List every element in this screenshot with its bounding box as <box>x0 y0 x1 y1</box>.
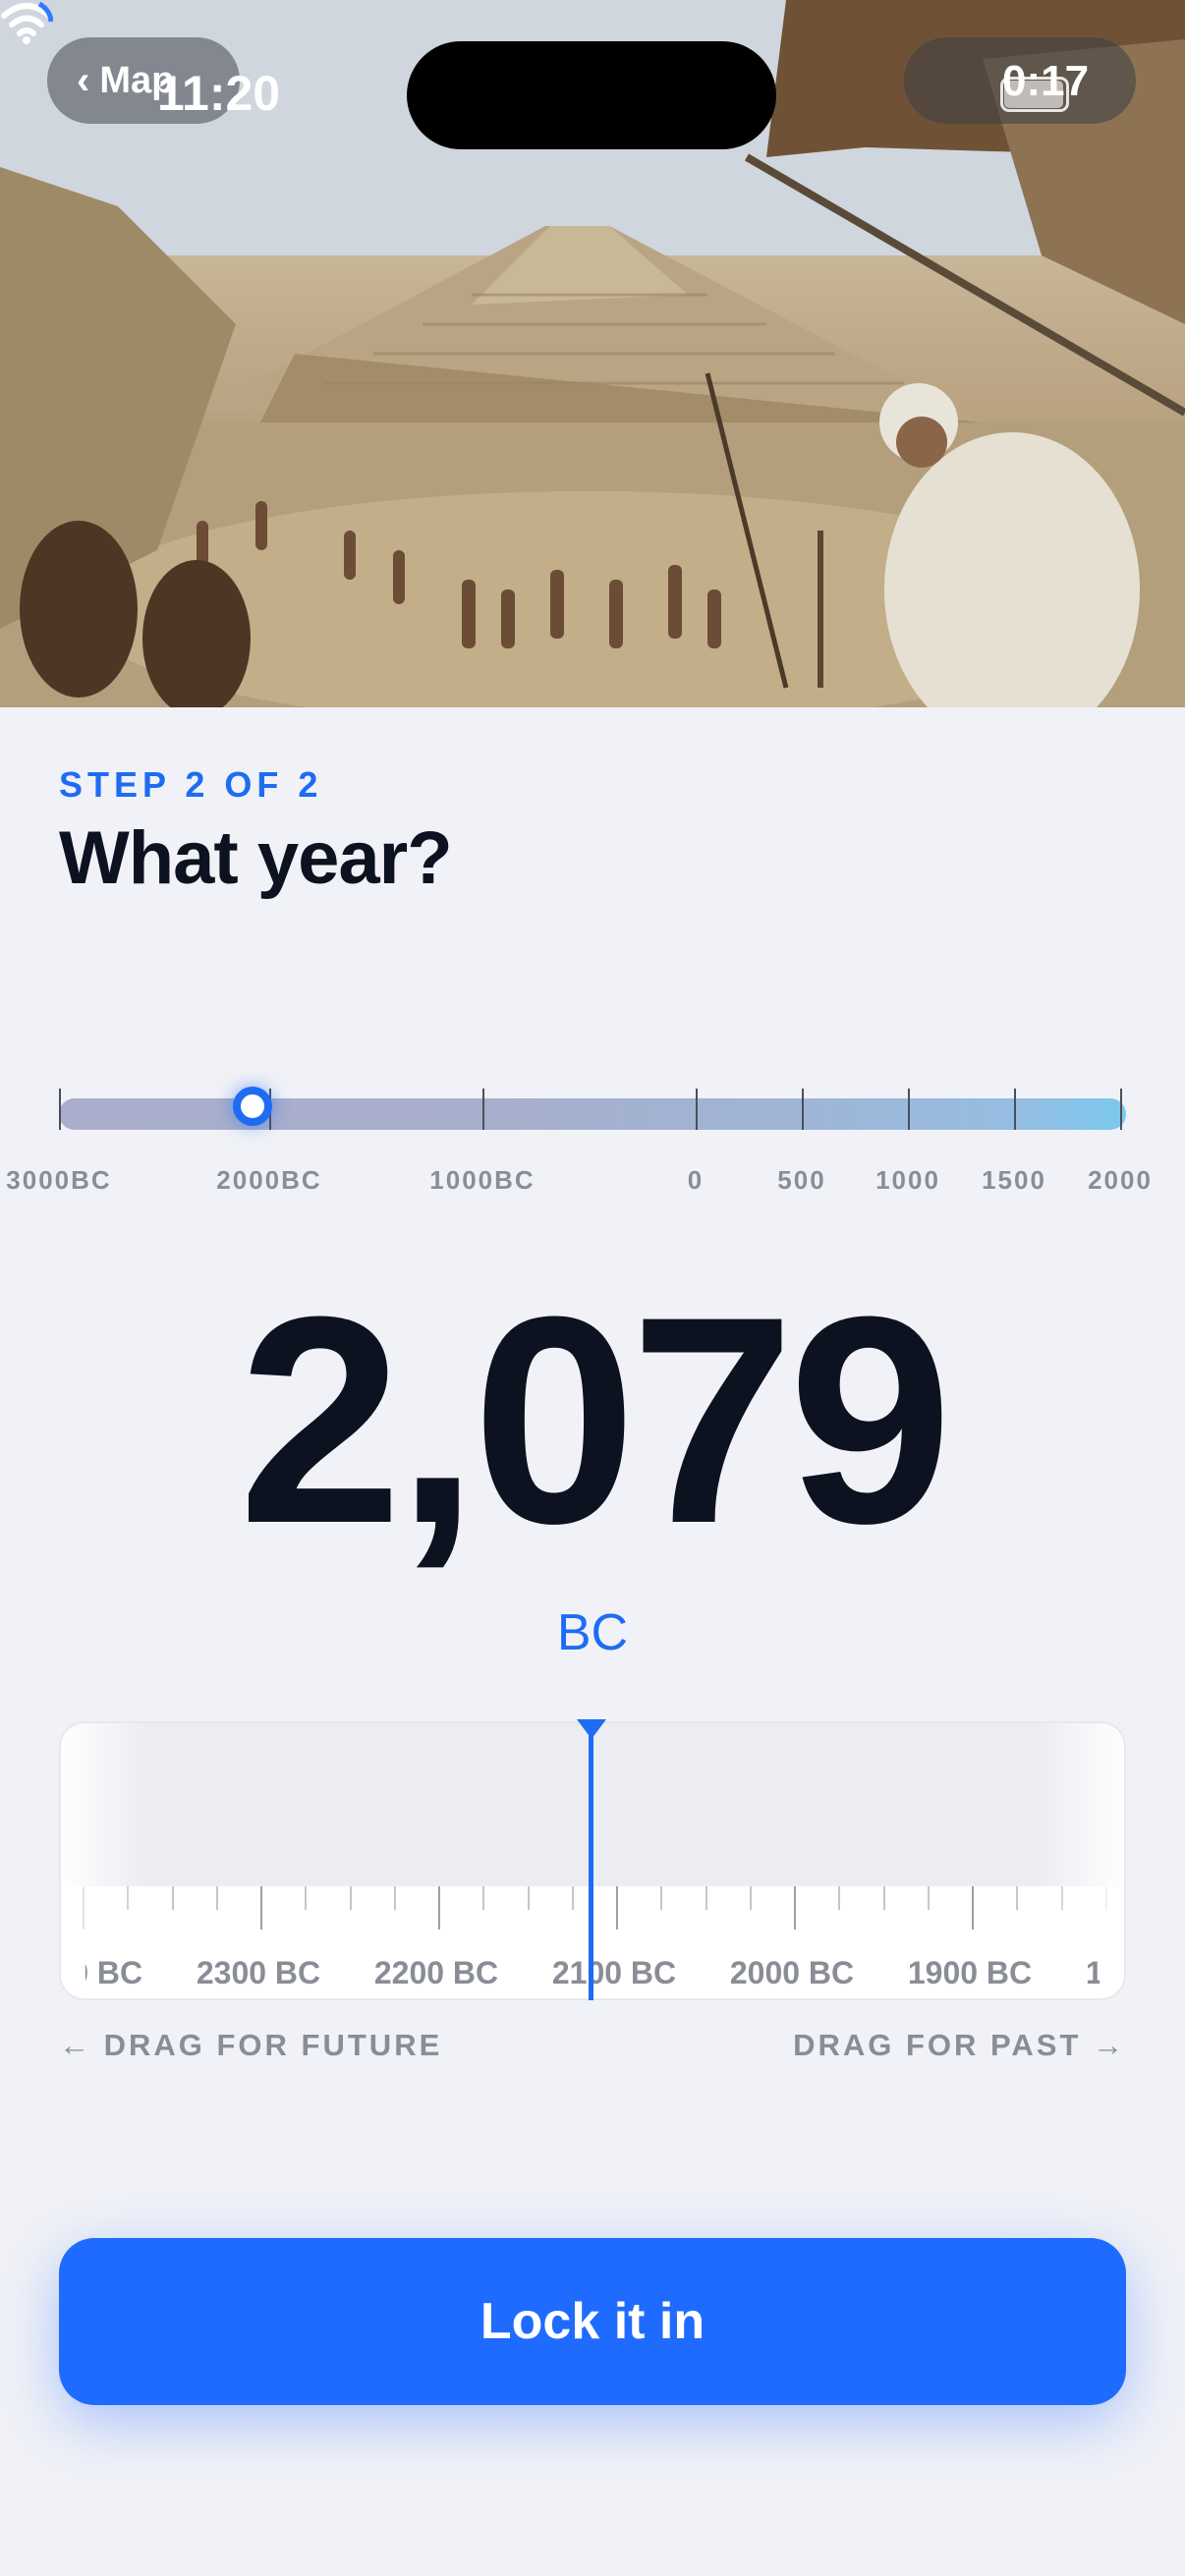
overview-tick <box>908 1089 910 1130</box>
overview-label: 0 <box>687 1165 705 1195</box>
ruler-minor-tick <box>749 1886 752 1910</box>
ruler-minor-tick <box>171 1886 174 1910</box>
ruler-label: 1900 BC <box>907 1955 1033 1990</box>
year-display: 2,079 <box>238 1255 953 1585</box>
ruler-minor-tick <box>571 1886 574 1910</box>
drag-past-hint: DRAG FOR PAST → <box>793 2028 1126 2062</box>
ruler-fade-right <box>1036 1723 1124 1998</box>
ruler-minor-tick <box>215 1886 218 1910</box>
ruler-major-tick <box>438 1886 440 1930</box>
overview-timeline-handle[interactable] <box>233 1087 272 1126</box>
overview-label: 500 <box>777 1165 826 1195</box>
ruler-major-tick <box>972 1886 974 1930</box>
page-title: What year? <box>59 816 453 900</box>
ruler-minor-tick <box>482 1886 485 1910</box>
ruler-minor-tick <box>705 1886 707 1910</box>
ruler-minor-tick <box>838 1886 841 1910</box>
ruler-label: 2300 BC <box>196 1955 321 1990</box>
ruler-minor-tick <box>527 1886 530 1910</box>
overview-tick <box>1014 1089 1016 1130</box>
overview-timeline-track[interactable] <box>59 1098 1126 1130</box>
ruler-minor-tick <box>882 1886 885 1910</box>
ruler-needle <box>589 1721 593 2000</box>
chevron-left-icon: ‹ <box>77 58 90 102</box>
overview-tick <box>696 1089 698 1130</box>
ruler-minor-tick <box>393 1886 396 1910</box>
drag-future-hint: ← DRAG FOR FUTURE <box>59 2028 443 2062</box>
ruler-minor-tick <box>1016 1886 1019 1910</box>
ruler-label: 2100 BC <box>551 1955 677 1990</box>
ruler-major-tick <box>616 1886 618 1930</box>
overview-label: 3000BC <box>6 1165 112 1195</box>
overview-tick <box>1120 1089 1122 1130</box>
ruler-major-tick <box>260 1886 262 1930</box>
needle-pointer-icon <box>577 1719 606 1739</box>
lock-in-button[interactable]: Lock it in <box>59 2238 1126 2405</box>
overview-tick <box>482 1089 484 1130</box>
overview-tick <box>802 1089 804 1130</box>
ruler-label: 2200 BC <box>373 1955 499 1990</box>
ruler-major-tick <box>794 1886 796 1930</box>
overview-label: 1500 <box>982 1165 1046 1195</box>
overview-tick <box>59 1089 61 1130</box>
overview-label: 1000BC <box>429 1165 536 1195</box>
ruler-label: 2000 BC <box>729 1955 855 1990</box>
wifi-icon <box>1 1 53 44</box>
overview-label: 1000 <box>875 1165 940 1195</box>
timer-text: 0:17 <box>1002 57 1090 105</box>
ruler-minor-tick <box>305 1886 308 1910</box>
ruler-minor-tick <box>349 1886 352 1910</box>
overview-label: 2000 <box>1088 1165 1153 1195</box>
overview-label: 2000BC <box>216 1165 322 1195</box>
era-label: BC <box>556 1604 629 1661</box>
ruler-minor-tick <box>927 1886 930 1910</box>
status-time: 11:20 <box>157 66 281 121</box>
ruler-minor-tick <box>660 1886 663 1910</box>
step-indicator: STEP 2 OF 2 <box>59 764 323 805</box>
hero-image: ‹ Map 11:20 0:17 <box>0 0 1185 707</box>
dynamic-island <box>407 41 776 149</box>
